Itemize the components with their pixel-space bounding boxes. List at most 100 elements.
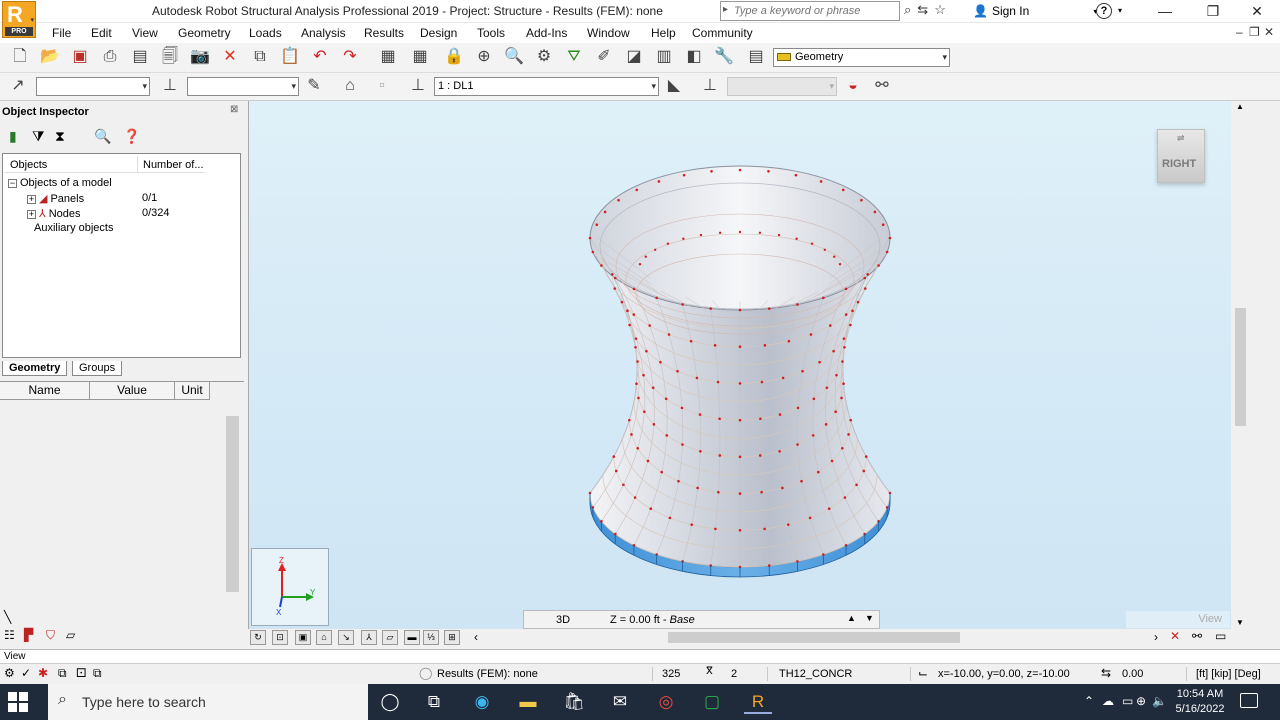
view-load-icon[interactable]: ↘ [338, 630, 354, 645]
load-case-combo[interactable]: 1 : DL1 ▾ [434, 77, 659, 96]
model-icon[interactable]: ▮ [9, 128, 17, 145]
splitter-icon[interactable]: ╲ [4, 610, 11, 624]
expand-icon[interactable]: + [27, 210, 36, 219]
scrollbar-thumb[interactable] [668, 632, 960, 643]
edit-select-icon[interactable]: ✎ [304, 76, 324, 96]
mail-icon[interactable]: ✉ [606, 690, 634, 714]
menu-design[interactable]: Design [420, 26, 457, 40]
tray-volume-icon[interactable]: 🔈 [1152, 694, 1167, 708]
screen-capture-icon[interactable]: 📷 [190, 47, 210, 67]
next-case-icon[interactable]: ⊥ [700, 76, 720, 96]
units[interactable]: [ft] [kip] [Deg] [1196, 668, 1261, 680]
exchange-icon[interactable]: ⇆ [917, 2, 928, 18]
tools-icon[interactable]: ⚙ [534, 47, 554, 67]
scrollbar-thumb[interactable] [226, 416, 239, 592]
draft-icon[interactable]: ✐ [594, 47, 614, 67]
structure-status-icon[interactable]: ⧉ [58, 666, 67, 681]
bar-selection-combo[interactable]: ▾ [187, 77, 299, 96]
view-section-icon[interactable]: ▣ [295, 630, 311, 645]
mdi-minimize-button[interactable]: – [1236, 25, 1243, 39]
menu-geometry[interactable]: Geometry [178, 26, 231, 40]
view-zoom-icon[interactable]: ⊡ [272, 630, 288, 645]
restraint-icon[interactable]: ⚯ [872, 76, 892, 96]
view-horizontal-scrollbar[interactable]: ‹ › [470, 629, 1162, 646]
section-icon[interactable]: ▛ [24, 628, 33, 642]
search-icon[interactable]: 🔍 [94, 128, 111, 145]
chrome-icon[interactable]: ◎ [652, 690, 680, 714]
menu-view[interactable]: View [132, 26, 158, 40]
view-3d-icon[interactable]: ↻ [250, 630, 266, 645]
delete-icon[interactable]: ✕ [220, 47, 240, 67]
menu-help[interactable]: Help [651, 26, 676, 40]
tray-network-icon[interactable]: ☁ [1102, 694, 1114, 708]
previous-case-icon[interactable]: ◣ [664, 76, 684, 96]
view-grid-icon[interactable]: ⊞ [444, 630, 460, 645]
clock[interactable]: 10:54 AM 5/16/2022 [1172, 687, 1228, 717]
hourglass-icon[interactable]: ⧗ [55, 128, 65, 145]
section-icon[interactable]: ◪ [624, 47, 644, 67]
save-icon[interactable]: ▣ [70, 47, 90, 67]
view-support-icon[interactable]: ⅄ [361, 630, 377, 645]
scroll-down-icon[interactable]: ▼ [1236, 618, 1244, 627]
help-icon[interactable]: ❓ [123, 128, 140, 145]
paste-icon[interactable]: 📋 [280, 47, 300, 67]
scroll-left-icon[interactable]: ‹ [474, 630, 478, 644]
tray-globe-icon[interactable]: ⊕ [1136, 694, 1146, 708]
menu-window[interactable]: Window [587, 26, 630, 40]
store-icon[interactable]: 🛍 [560, 690, 588, 714]
undo-icon[interactable]: ↶ [310, 47, 330, 67]
chevron-down-icon[interactable]: ▾ [1118, 6, 1122, 15]
task-view-icon[interactable]: ⧉ [420, 690, 448, 714]
panel-icon[interactable]: ⌂ [340, 76, 360, 96]
file-explorer-icon[interactable]: ▬ [514, 690, 542, 714]
robot-structural-icon[interactable]: R [744, 690, 772, 714]
view-hatch-icon[interactable]: ▱ [382, 630, 398, 645]
filter-icon[interactable]: ▫ [372, 76, 392, 96]
binoculars-icon[interactable]: ⌕ [904, 2, 911, 18]
tab-groups[interactable]: Groups [72, 361, 123, 376]
list-icon[interactable]: ☷ [4, 628, 15, 642]
wrench-icon[interactable]: 🔧 [714, 47, 734, 67]
layout-selector-icon[interactable]: ▤ [746, 47, 766, 67]
load-case-icon[interactable]: ⊥ [408, 76, 428, 96]
minimize-button[interactable]: — [1142, 0, 1188, 22]
menu-community[interactable]: Community [692, 26, 753, 40]
level-up-button[interactable]: ▲ [847, 613, 856, 623]
tree-item-model[interactable]: − Objects of a model [8, 177, 112, 189]
scrollbar-thumb[interactable] [1235, 308, 1246, 426]
calculator-icon[interactable]: ▦ [378, 47, 398, 67]
menu-edit[interactable]: Edit [91, 26, 112, 40]
level-down-button[interactable]: ▼ [865, 613, 874, 623]
tree-item-panels[interactable]: + ◢ Panels [27, 192, 84, 205]
camtasia-icon[interactable]: ▢ [698, 690, 726, 714]
material-icon[interactable]: ⛉ [46, 628, 55, 643]
node-selection-combo[interactable]: ▾ [36, 77, 150, 96]
redo-icon[interactable]: ↷ [340, 47, 360, 67]
grid-check-icon[interactable]: ✓ [21, 666, 31, 680]
new-file-icon[interactable]: 🗋 [10, 47, 30, 67]
collapse-icon[interactable]: − [8, 179, 17, 188]
properties-scrollbar[interactable] [224, 400, 242, 610]
help-search-input[interactable] [734, 3, 898, 19]
app-menu-button[interactable]: R ▾ PRO [2, 1, 36, 38]
panel-thickness-icon[interactable]: ▱ [66, 628, 75, 642]
lock-icon[interactable]: 🔒 [444, 47, 464, 67]
expand-icon[interactable]: + [27, 195, 36, 204]
taskbar-search[interactable]: ⌕ Type here to search [48, 684, 368, 720]
design-icon[interactable]: ◧ [684, 47, 704, 67]
cortana-icon[interactable]: ◯ [376, 690, 404, 714]
notification-center-icon[interactable] [1240, 693, 1258, 708]
menu-analysis[interactable]: Analysis [301, 26, 346, 40]
filter-icon[interactable]: ⧩ [32, 128, 45, 145]
help-button[interactable]: ? [1096, 3, 1112, 19]
snap-icon[interactable]: ⚙ [4, 666, 15, 680]
view-panel-icon[interactable]: ⌂ [316, 630, 332, 645]
page-preview-icon[interactable]: 🗐 [160, 47, 180, 67]
model-status-icon[interactable]: ⚀ [76, 666, 86, 680]
remove-icon[interactable]: ✕ [1170, 629, 1180, 643]
mdi-restore-button[interactable]: ❐ [1249, 25, 1260, 39]
tab-geometry[interactable]: Geometry [2, 361, 68, 376]
restore-button[interactable]: ❐ [1190, 0, 1236, 22]
measure-icon[interactable]: ⊕ [474, 47, 494, 67]
menu-file[interactable]: File [52, 26, 71, 40]
